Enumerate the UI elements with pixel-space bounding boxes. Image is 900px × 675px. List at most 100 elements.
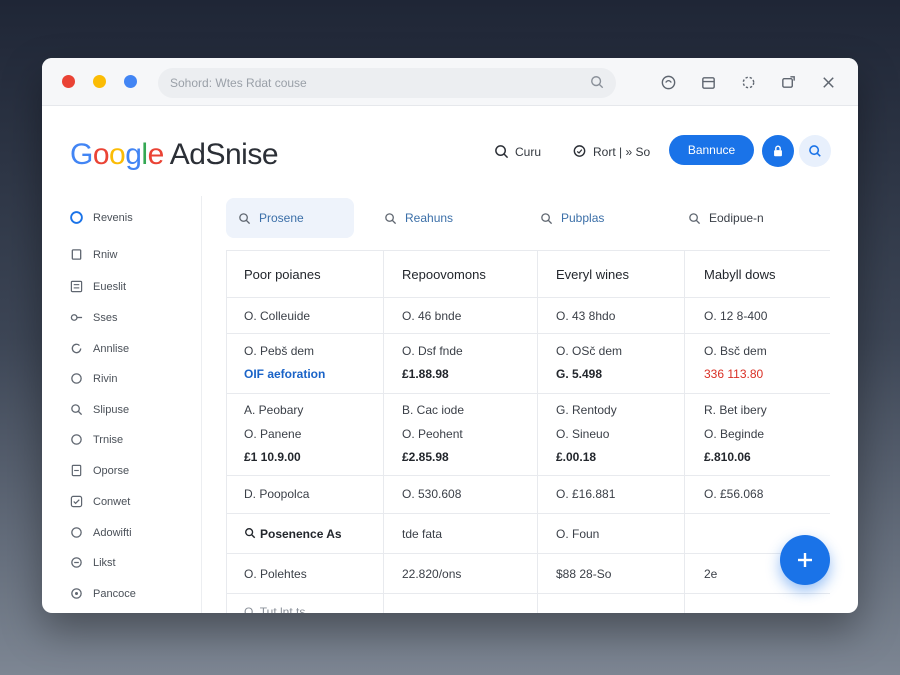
sidebar-item-trnise[interactable]: Trnise xyxy=(70,433,123,446)
sidebar-item-revenis[interactable]: Revenis xyxy=(70,211,133,224)
search-icon xyxy=(689,212,701,224)
sidebar-item-pancoce[interactable]: Pancoce xyxy=(70,587,136,600)
table-cell: O. Foun xyxy=(556,527,600,541)
filter-tabs: Prosene Reahuns Pubplas Eodipue-n xyxy=(226,196,858,240)
tab-pubplas[interactable]: Pubplas xyxy=(528,198,656,238)
search-icon xyxy=(71,404,83,416)
data-table: Poor poianes Repoovomons Everyl wines Ma… xyxy=(226,250,830,613)
table-cell: $88 28-So xyxy=(556,567,612,581)
search-icon xyxy=(245,528,256,539)
address-bar[interactable]: Sohord: Wtes Rdat couse xyxy=(158,68,616,98)
column-header[interactable]: Mabyll dows xyxy=(704,267,776,282)
browser-toolbar: Sohord: Wtes Rdat couse xyxy=(42,58,858,106)
table-cell: O. 530.608 xyxy=(402,487,462,501)
table-value: £1 10.9.00 xyxy=(244,450,301,464)
search-icon xyxy=(239,212,251,224)
table-value: £2.85.98 xyxy=(402,450,449,464)
sidebar-item-annlise[interactable]: Annlise xyxy=(70,342,129,355)
table-cell: O. £16.881 xyxy=(556,487,616,501)
sidebar-item-likst[interactable]: Likst xyxy=(70,556,116,569)
calendar-icon[interactable] xyxy=(696,70,720,94)
tag-icon xyxy=(71,588,82,599)
product-name: AdSnise xyxy=(169,138,279,171)
tab-reahuns[interactable]: Reahuns xyxy=(372,198,500,238)
sidebar-item-oporse[interactable]: Oporse xyxy=(70,464,129,477)
maximize-window-dot[interactable] xyxy=(124,75,137,88)
table-cell: O. 43 8hdo xyxy=(556,309,616,323)
share-icon[interactable] xyxy=(776,70,800,94)
table-cell: O. Sineuo xyxy=(556,427,610,441)
plus-icon xyxy=(798,553,812,567)
table-cell: O. Beginde xyxy=(704,427,765,441)
doc-icon xyxy=(71,464,82,477)
sidebar-item-rniw[interactable]: Rniw xyxy=(70,248,117,261)
circle-icon xyxy=(71,434,82,445)
table-cell: O. 46 bnde xyxy=(402,309,462,323)
table-cell: O. Panene xyxy=(244,427,302,441)
square-icon xyxy=(71,249,82,260)
close-icon[interactable] xyxy=(816,70,840,94)
sidebar-item-rivin[interactable]: Rivin xyxy=(70,372,117,385)
key-icon xyxy=(70,314,83,321)
check-box-icon xyxy=(70,495,83,508)
close-window-dot[interactable] xyxy=(62,75,75,88)
header-report-link[interactable]: Rort | » So xyxy=(572,144,650,159)
table-cell: O. Dsf fnde xyxy=(402,344,463,358)
browser-window: Sohord: Wtes Rdat couse Google AdSnise C… xyxy=(42,58,858,613)
minimize-window-dot[interactable] xyxy=(93,75,106,88)
main-content: Prosene Reahuns Pubplas Eodipue-n Poor p… xyxy=(226,196,858,613)
extension-icon[interactable] xyxy=(656,70,680,94)
circle-icon xyxy=(71,527,82,538)
table-cell: A. Peobary xyxy=(244,403,304,417)
minus-circle-icon xyxy=(71,557,82,568)
table-cell: O. Tut lnt ts xyxy=(244,605,306,613)
table-cell: O. £56.068 xyxy=(704,487,764,501)
table-cell: 22.820/ons xyxy=(402,567,462,581)
add-button[interactable] xyxy=(780,535,830,585)
table-value: G. 5.498 xyxy=(556,367,603,381)
column-header[interactable]: Poor poianes xyxy=(244,267,321,282)
tab-eodipue[interactable]: Eodipue-n xyxy=(676,198,804,238)
circle-icon xyxy=(71,373,82,384)
search-icon[interactable] xyxy=(590,75,604,92)
column-header[interactable]: Everyl wines xyxy=(556,267,629,282)
header-search-button[interactable] xyxy=(799,135,831,167)
table-cell: O. Peohent xyxy=(402,427,463,441)
search-icon xyxy=(385,212,397,224)
sidebar-item-adowifti[interactable]: Adowifti xyxy=(70,526,132,539)
table-cell: G. Rentody xyxy=(556,403,617,417)
search-icon xyxy=(541,212,553,224)
table-cell: O. Polehtes xyxy=(244,567,307,581)
table-cell: R. Bet ibery xyxy=(704,403,767,417)
table-value: £.00.18 xyxy=(556,450,597,464)
table-cell: D. Poopolca xyxy=(244,487,310,501)
table-cell: 2e xyxy=(704,567,718,581)
table-cell: O. 12 8-400 xyxy=(704,309,768,323)
address-bar-text: Sohord: Wtes Rdat couse xyxy=(170,76,307,90)
table-cell: B. Cac iode xyxy=(402,403,465,417)
sidebar-item-sses[interactable]: Sses xyxy=(70,311,117,324)
sidebar-item-conwet[interactable]: Conwet xyxy=(70,495,130,508)
product-logo[interactable]: Google AdSnise xyxy=(70,138,279,172)
table-cell: tde fata xyxy=(402,527,443,541)
table-value-negative: 336 113.80 xyxy=(704,367,764,381)
table-link[interactable]: OIF aeforation xyxy=(244,367,325,381)
sidebar-item-eueslit[interactable]: Eueslit xyxy=(70,280,126,293)
table-value: £.810.06 xyxy=(704,450,751,464)
table-value: £1.88.98 xyxy=(402,367,449,381)
column-header[interactable]: Repoovomons xyxy=(402,267,486,282)
header-search-link[interactable]: Curu xyxy=(494,144,541,159)
table-cell: O. Colleuide xyxy=(244,309,311,323)
tab-prosene[interactable]: Prosene xyxy=(226,198,354,238)
search-icon xyxy=(495,145,509,159)
list-box-icon xyxy=(70,280,83,293)
primary-action-button[interactable]: Bannuce xyxy=(669,135,754,165)
lock-button[interactable] xyxy=(762,135,794,167)
table-cell: O. Bsč dem xyxy=(704,344,767,358)
chat-icon xyxy=(573,145,586,157)
circle-check-icon xyxy=(70,211,83,224)
settings-icon[interactable] xyxy=(736,70,760,94)
sidebar-item-slipuse[interactable]: Slipuse xyxy=(70,403,129,416)
section-row-label[interactable]: Posenence As xyxy=(244,527,342,541)
refresh-icon xyxy=(71,343,82,354)
